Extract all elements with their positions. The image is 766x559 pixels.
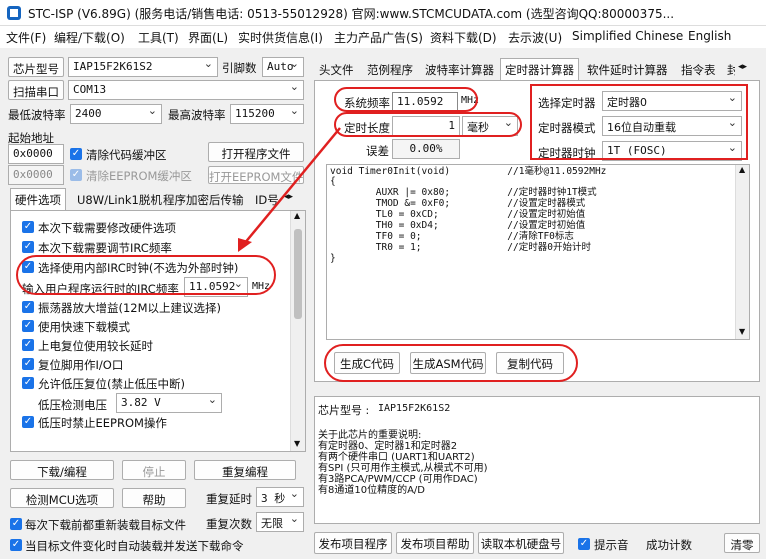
annotation-arrow-icon: [238, 127, 341, 252]
